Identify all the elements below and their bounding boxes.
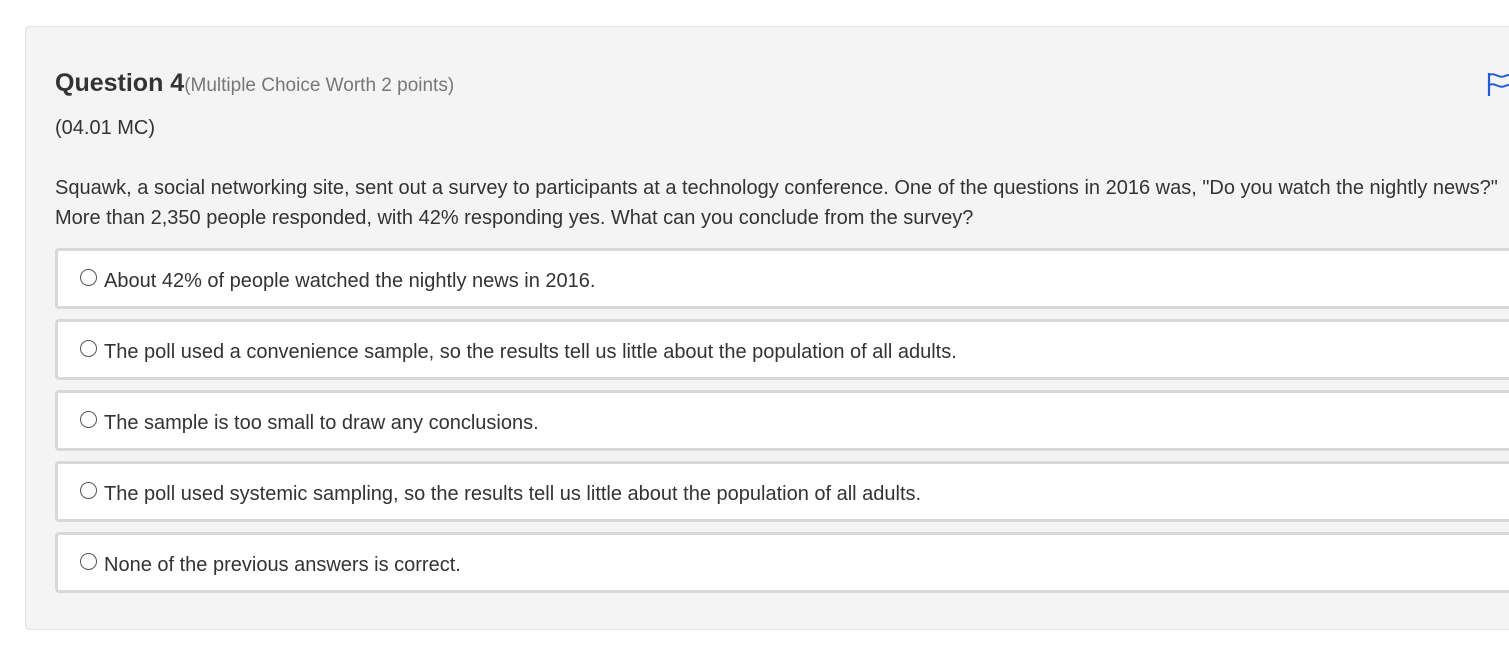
answer-option-1[interactable]: About 42% of people watched the nightly … [55,248,1509,309]
radio-button[interactable] [80,553,97,570]
question-panel: Question 4(Multiple Choice Worth 2 point… [25,26,1509,630]
question-title: Question 4 [55,69,185,97]
question-meta: (Multiple Choice Worth 2 points) [184,75,455,96]
question-code: (04.01 MC) [55,117,156,139]
answer-option-label: The sample is too small to draw any conc… [104,412,539,434]
flag-icon[interactable] [1486,71,1509,97]
answer-option-label: The poll used systemic sampling, so the … [104,483,922,505]
question-header: Question 4(Multiple Choice Worth 2 point… [55,69,454,98]
radio-button[interactable] [80,269,97,286]
question-prompt: Squawk, a social networking site, sent o… [55,177,1498,229]
answer-option-2[interactable]: The poll used a convenience sample, so t… [55,319,1509,380]
radio-button[interactable] [80,411,97,428]
radio-button[interactable] [80,340,97,357]
answer-option-label: None of the previous answers is correct. [104,554,461,576]
answer-option-5[interactable]: None of the previous answers is correct. [55,532,1509,593]
radio-button[interactable] [80,482,97,499]
answer-option-3[interactable]: The sample is too small to draw any conc… [55,390,1509,451]
answer-option-label: About 42% of people watched the nightly … [104,270,596,292]
answer-option-4[interactable]: The poll used systemic sampling, so the … [55,461,1509,522]
answer-option-label: The poll used a convenience sample, so t… [104,341,957,363]
answer-options: About 42% of people watched the nightly … [55,248,1509,603]
